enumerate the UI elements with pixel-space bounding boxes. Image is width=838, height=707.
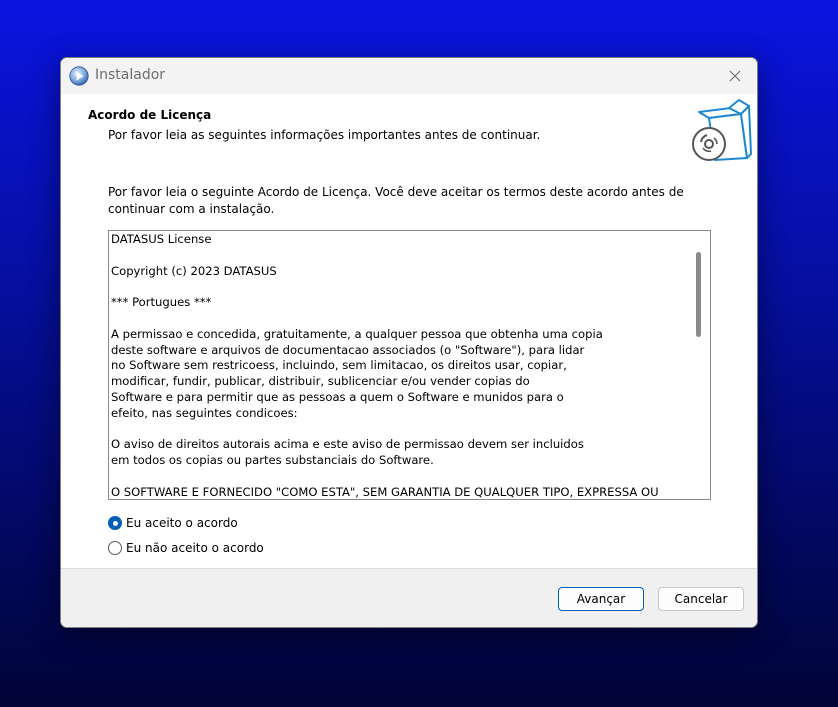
open-box-disc-icon bbox=[692, 99, 752, 161]
page-subtitle: Por favor leia as seguintes informações … bbox=[108, 128, 541, 142]
decline-option[interactable]: Eu não aceito o acordo bbox=[108, 541, 264, 555]
accept-radio[interactable] bbox=[108, 516, 122, 530]
intro-text: Por favor leia o seguinte Acordo de Lice… bbox=[108, 185, 684, 216]
close-button[interactable] bbox=[713, 58, 757, 94]
license-scrollbar[interactable] bbox=[688, 231, 710, 499]
window-title: Instalador bbox=[95, 67, 166, 83]
license-textbox[interactable]: DATASUS License Copyright (c) 2023 DATAS… bbox=[108, 230, 711, 500]
title-bar[interactable]: Instalador bbox=[61, 58, 757, 94]
decline-label: Eu não aceito o acordo bbox=[126, 541, 264, 555]
play-disc-icon bbox=[69, 66, 89, 86]
cancel-button[interactable]: Cancelar bbox=[658, 587, 744, 611]
license-text: DATASUS License Copyright (c) 2023 DATAS… bbox=[111, 232, 659, 499]
scrollbar-thumb[interactable] bbox=[696, 252, 701, 337]
close-icon bbox=[729, 70, 741, 82]
accept-label: Eu aceito o acordo bbox=[126, 516, 238, 530]
next-button[interactable]: Avançar bbox=[558, 587, 644, 611]
page-title: Acordo de Licença bbox=[88, 108, 212, 122]
accept-option[interactable]: Eu aceito o acordo bbox=[108, 516, 238, 530]
decline-radio[interactable] bbox=[108, 541, 122, 555]
wizard-content: Acordo de Licença Por favor leia as segu… bbox=[61, 94, 757, 568]
button-bar: Avançar Cancelar bbox=[61, 568, 757, 627]
installer-window: Instalador Acordo de Licença Por favor l… bbox=[60, 57, 758, 628]
